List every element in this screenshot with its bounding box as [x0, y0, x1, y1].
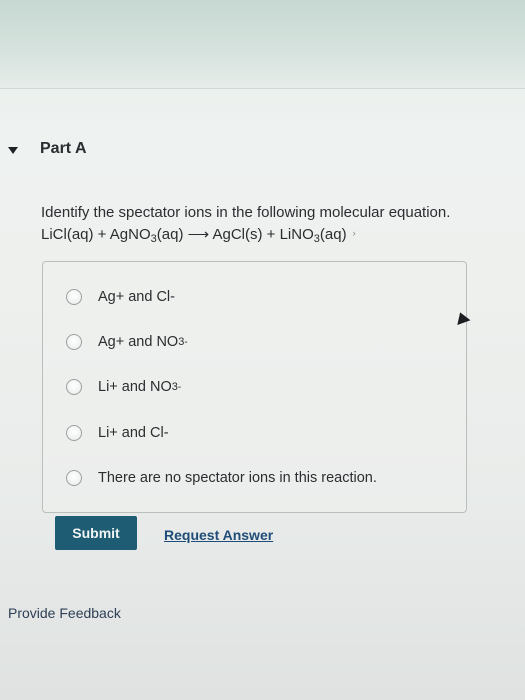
caret-down-icon[interactable] [8, 146, 18, 154]
radio-button[interactable] [66, 470, 82, 486]
option-4[interactable]: Li+ and Cl- [66, 425, 169, 441]
option-label: There are no spectator ions in this reac… [98, 470, 377, 486]
radio-button[interactable] [66, 334, 82, 350]
radio-button[interactable] [66, 425, 82, 441]
reaction-arrow: ⟶ [187, 226, 210, 243]
radio-button[interactable] [66, 379, 82, 395]
equation-rhs-state: (aq) [319, 226, 347, 243]
option-5[interactable]: There are no spectator ions in this reac… [66, 470, 377, 486]
option-label: Li+ and Cl- [98, 425, 169, 441]
equation-lhs-state: (aq) [156, 226, 184, 243]
top-banner [0, 0, 525, 89]
option-superscript: - [177, 381, 182, 393]
provide-feedback-link[interactable]: Provide Feedback [8, 605, 121, 621]
equation-lhs: LiCl(aq) + AgNO [41, 226, 151, 243]
part-header[interactable]: Part A [8, 140, 87, 158]
request-answer-link[interactable]: Request Answer [164, 527, 273, 543]
option-3[interactable]: Li+ and NO 3- [66, 379, 181, 395]
option-label: Ag+ and NO [98, 334, 179, 350]
question-prompt: Identify the spectator ions in the follo… [41, 204, 451, 221]
part-title: Part A [40, 140, 87, 157]
option-label: Li+ and NO [98, 379, 172, 395]
radio-button[interactable] [66, 289, 82, 305]
equation-marker-icon: › [352, 228, 356, 238]
option-1[interactable]: Ag+ and Cl- [66, 289, 175, 305]
molecular-equation: LiCl(aq) + AgNO3(aq) ⟶ AgCl(s) + LiNO3(a… [41, 225, 356, 245]
equation-rhs: AgCl(s) + LiNO [212, 226, 314, 243]
submit-button[interactable]: Submit [55, 516, 137, 550]
option-superscript: - [184, 336, 188, 348]
option-2[interactable]: Ag+ and NO 3- [66, 334, 188, 350]
option-label: Ag+ and Cl- [98, 289, 175, 305]
